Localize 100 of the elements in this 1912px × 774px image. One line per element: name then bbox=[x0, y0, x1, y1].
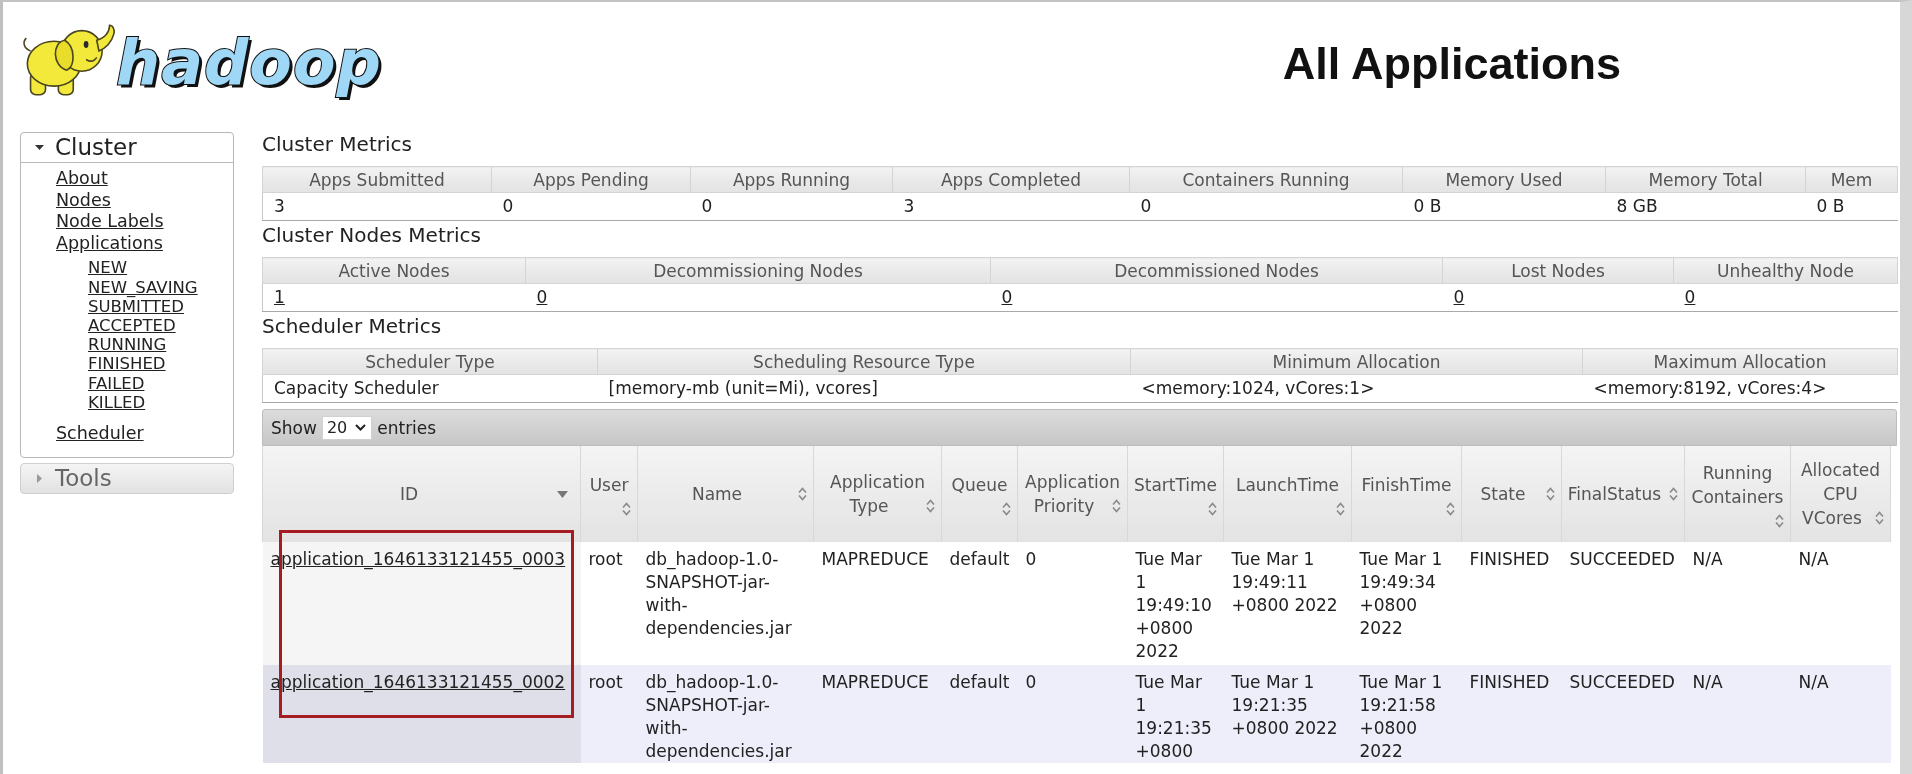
metric-link[interactable]: 0 bbox=[1453, 287, 1465, 307]
column-header[interactable]: User bbox=[580, 446, 638, 542]
sort-icon bbox=[1002, 501, 1011, 516]
table-cell: db_hadoop-1.0-SNAPSHOT-jar-with-dependencies.jar bbox=[637, 665, 814, 763]
table-cell: MAPREDUCE bbox=[813, 665, 942, 763]
table-cell: Tue Mar 1 19:21:35 +0800 2022 bbox=[1223, 665, 1352, 763]
table-cell: root bbox=[580, 542, 638, 665]
sidebar-sublink[interactable]: NEW_SAVING bbox=[88, 277, 198, 297]
table-cell: SUCCEEDED bbox=[1561, 542, 1685, 665]
table-cell: 8 GB bbox=[1605, 192, 1806, 221]
column-header: Apps Completed bbox=[892, 166, 1130, 193]
column-header[interactable]: FinalStatus bbox=[1561, 446, 1685, 542]
accordion-header[interactable]: Tools bbox=[20, 462, 234, 494]
table-cell: 0 bbox=[1017, 665, 1128, 763]
table-cell: root bbox=[580, 665, 638, 763]
table-cell: Capacity Scheduler bbox=[262, 374, 598, 403]
column-header[interactable]: Application Priority bbox=[1017, 446, 1128, 542]
column-header: Apps Running bbox=[690, 166, 893, 193]
sort-icon bbox=[1669, 487, 1678, 501]
table-cell: [memory-mb (unit=Mi), vcores] bbox=[597, 374, 1131, 403]
sidebar-sublink[interactable]: NEW bbox=[88, 258, 128, 278]
table-cell: 0 bbox=[1017, 542, 1128, 665]
sort-icon bbox=[1875, 511, 1884, 525]
table-cell: N/A bbox=[1684, 542, 1791, 665]
column-header: Unhealthy Node bbox=[1673, 257, 1898, 284]
column-header: Minimum Allocation bbox=[1130, 348, 1583, 375]
sort-icon bbox=[1546, 487, 1555, 501]
column-header[interactable]: Allocated CPU VCores bbox=[1790, 446, 1891, 542]
sidebar-sublink[interactable]: RUNNING bbox=[88, 335, 167, 355]
elephant-icon bbox=[22, 22, 116, 98]
column-header: Apps Submitted bbox=[262, 166, 492, 193]
column-header[interactable]: Name bbox=[637, 446, 814, 542]
metric-link[interactable]: 0 bbox=[1001, 287, 1013, 307]
column-header[interactable]: Application Type bbox=[813, 446, 942, 542]
label-text: Show bbox=[271, 417, 317, 438]
sort-icon bbox=[1208, 501, 1217, 516]
column-header[interactable]: LaunchTime bbox=[1223, 446, 1352, 542]
sort-icon bbox=[1336, 501, 1345, 516]
sidebar-sublink[interactable]: ACCEPTED bbox=[88, 316, 176, 335]
table-cell: Tue Mar 1 19:49:10 +0800 2022 bbox=[1127, 542, 1224, 665]
table-cell: Tue Mar 1 19:49:11 +0800 2022 bbox=[1223, 542, 1352, 665]
sort-icon bbox=[622, 501, 631, 516]
table-cell: 3 bbox=[262, 192, 492, 221]
table-cell: Tue Mar 1 19:21:58 +0800 2022 bbox=[1351, 665, 1462, 763]
column-header: Memory Used bbox=[1402, 166, 1606, 193]
chevron-down-icon bbox=[355, 424, 367, 431]
label-text: entries bbox=[377, 417, 437, 438]
metric-link[interactable]: 1 bbox=[274, 287, 285, 307]
column-header: Active Nodes bbox=[262, 257, 526, 284]
column-header: Lost Nodes bbox=[1442, 257, 1674, 284]
section-heading: Cluster Metrics bbox=[262, 132, 413, 156]
column-header[interactable]: Queue bbox=[941, 446, 1018, 542]
caret-right-icon bbox=[37, 473, 42, 483]
column-header: Maximum Allocation bbox=[1582, 348, 1898, 375]
sidebar-link[interactable]: Node Labels bbox=[56, 211, 164, 232]
table-cell: Tue Mar 1 19:21:35 +0800 bbox=[1127, 665, 1224, 763]
sidebar-link[interactable]: Applications bbox=[56, 232, 163, 253]
column-header: Mem bbox=[1805, 166, 1898, 193]
column-header[interactable]: FinishTime bbox=[1351, 446, 1462, 542]
sidebar-sublink[interactable]: FAILED bbox=[88, 373, 145, 393]
sidebar-link[interactable]: Nodes bbox=[56, 189, 111, 210]
column-header: Containers Running bbox=[1129, 166, 1403, 193]
table-cell: 0 bbox=[491, 192, 691, 221]
section-heading: Cluster Nodes Metrics bbox=[262, 223, 482, 247]
column-header: Apps Pending bbox=[491, 166, 691, 193]
column-header: Memory Total bbox=[1605, 166, 1806, 193]
column-header[interactable]: ID bbox=[262, 446, 581, 542]
column-header: Scheduling Resource Type bbox=[597, 348, 1131, 375]
column-header[interactable]: State bbox=[1461, 446, 1562, 542]
column-header: Scheduler Type bbox=[262, 348, 598, 375]
column-header[interactable]: Running Containers bbox=[1684, 446, 1791, 542]
table-cell: 0 B bbox=[1805, 192, 1898, 221]
table-cell: default bbox=[941, 542, 1018, 665]
sort-icon bbox=[1112, 499, 1121, 513]
caret-down-icon bbox=[35, 145, 44, 150]
table-cell: 0 bbox=[690, 192, 893, 221]
page-title: All Applications bbox=[1282, 38, 1621, 90]
column-header: Decommissioning Nodes bbox=[525, 257, 991, 284]
sidebar-sublink[interactable]: SUBMITTED bbox=[88, 296, 184, 316]
sidebar-link[interactable]: About bbox=[56, 168, 108, 188]
sidebar-sublink[interactable]: FINISHED bbox=[88, 354, 166, 374]
page-size-select[interactable]: 20 bbox=[321, 415, 373, 440]
sort-icon bbox=[798, 487, 807, 501]
column-header[interactable]: StartTime bbox=[1127, 446, 1224, 542]
table-cell: SUCCEEDED bbox=[1561, 665, 1685, 763]
sidebar-sublink[interactable]: KILLED bbox=[88, 392, 146, 412]
table-cell: <memory:1024, vCores:1> bbox=[1130, 374, 1583, 403]
table-cell: 0 bbox=[1129, 192, 1403, 221]
sort-descending-icon bbox=[557, 491, 568, 498]
metric-link[interactable]: 0 bbox=[536, 287, 548, 307]
metric-link[interactable]: 0 bbox=[1684, 287, 1696, 307]
section-heading: Scheduler Metrics bbox=[262, 314, 443, 338]
table-cell: db_hadoop-1.0-SNAPSHOT-jar-with-dependencies.jar bbox=[637, 542, 814, 665]
table-cell: N/A bbox=[1790, 665, 1891, 763]
sort-icon bbox=[926, 499, 935, 513]
sidebar-link[interactable]: Scheduler bbox=[56, 423, 144, 443]
accordion-header[interactable]: Cluster bbox=[21, 133, 233, 163]
table-cell: MAPREDUCE bbox=[813, 542, 942, 665]
table-cell: N/A bbox=[1790, 542, 1891, 665]
column-header: Decommissioned Nodes bbox=[990, 257, 1443, 284]
